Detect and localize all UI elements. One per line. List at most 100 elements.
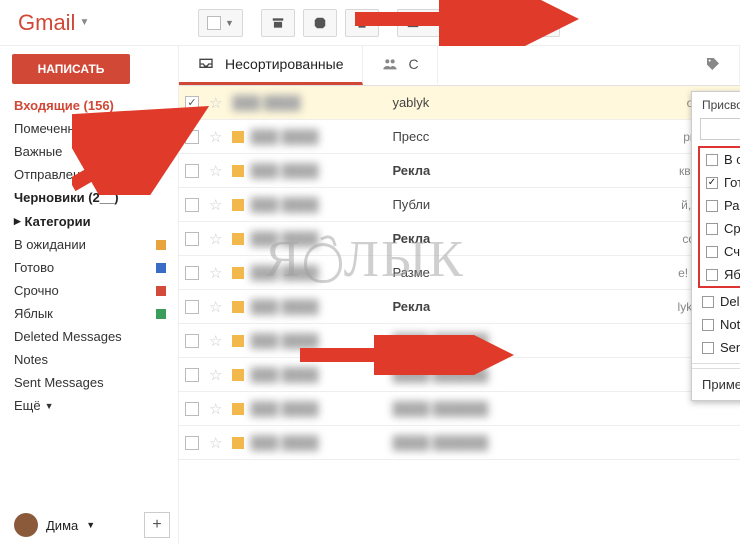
message-row[interactable]: ☆███ ████Прессрите дог — [179, 120, 740, 154]
label-search-input[interactable] — [705, 121, 740, 137]
category-icon — [232, 437, 244, 449]
label-option[interactable]: Notes — [692, 313, 740, 336]
subject: ████ ██████ — [392, 401, 720, 416]
star-icon[interactable]: ☆ — [209, 434, 222, 452]
subject: yablyk — [392, 95, 676, 110]
sender: ███ ████ — [232, 401, 382, 416]
star-icon[interactable]: ☆ — [209, 162, 222, 180]
row-checkbox[interactable] — [185, 368, 199, 382]
row-checkbox[interactable] — [185, 130, 199, 144]
sidebar-item-drafts[interactable]: Черновики (2__) — [12, 186, 172, 209]
tab-promotions[interactable] — [438, 46, 740, 85]
star-icon[interactable]: ☆ — [209, 264, 222, 282]
category-icon — [232, 165, 244, 177]
sidebar-label-urgent[interactable]: Срочно — [12, 279, 172, 302]
label-option[interactable]: Sent Messages — [692, 336, 740, 359]
checkbox-icon — [706, 177, 718, 189]
gmail-logo[interactable]: Gmail ▼ — [10, 10, 180, 36]
tab-social[interactable]: С — [363, 46, 438, 85]
content: Несортированные С ✓☆███ ████yablykotok.p… — [178, 46, 740, 544]
sender: ███ ████ — [232, 299, 382, 314]
row-checkbox[interactable] — [185, 300, 199, 314]
sidebar-item-sent[interactable]: Отправленные — [12, 163, 172, 186]
checkbox-icon — [706, 200, 718, 212]
archive-button[interactable] — [261, 9, 295, 37]
sidebar: НАПИСАТЬ Входящие (156) Помеченные Важны… — [0, 46, 178, 544]
checkbox-icon — [706, 154, 718, 166]
select-all-checkbox[interactable]: ▼ — [198, 9, 243, 37]
sidebar-item-important[interactable]: Важные — [12, 140, 172, 163]
sender: ███ ████ — [232, 367, 382, 382]
label-option[interactable]: В ожидании — [700, 148, 740, 171]
label-option[interactable]: Работа — [700, 194, 740, 217]
more-label: Ещё — [514, 16, 539, 30]
label-option[interactable]: Счета — [700, 240, 740, 263]
label-menu-title: Присвоить ярлык: — [692, 92, 740, 114]
star-icon[interactable]: ☆ — [209, 230, 222, 248]
label-menu-apply[interactable]: Применить — [692, 368, 740, 400]
star-icon[interactable]: ☆ — [209, 128, 222, 146]
star-icon[interactable]: ☆ — [209, 94, 222, 112]
star-icon[interactable]: ☆ — [209, 196, 222, 214]
sidebar-more[interactable]: Ещё▼ — [12, 394, 172, 417]
sidebar-label-done[interactable]: Готово — [12, 256, 172, 279]
caret-down-icon: ▼ — [79, 17, 89, 28]
more-button[interactable]: Ещё▼ — [505, 9, 560, 37]
spam-button[interactable] — [303, 9, 337, 37]
row-checkbox[interactable] — [185, 402, 199, 416]
label-menu-custom-list: В ожиданииГотовоРаботаСрочноСчетаЯблык — [698, 146, 740, 288]
message-row[interactable]: ☆ ███ ████ ████ ██████ — [179, 392, 740, 426]
delete-button[interactable] — [345, 9, 379, 37]
message-row[interactable]: ☆███ ████Реклаlyk DOT c — [179, 290, 740, 324]
message-row[interactable]: ☆███ ████Публий, прошу — [179, 188, 740, 222]
message-row[interactable]: ☆███ ████Размеe! Я пред — [179, 256, 740, 290]
user-row: Дима▼ + — [12, 506, 172, 544]
label-search[interactable]: 🔍 — [700, 118, 740, 140]
category-icon — [232, 335, 244, 347]
subject: Разме — [392, 265, 668, 280]
star-icon[interactable]: ☆ — [209, 400, 222, 418]
message-row[interactable]: ☆███ ████████ ██████ — [179, 358, 740, 392]
sidebar-label-yablyk[interactable]: Яблык — [12, 302, 172, 325]
label-option[interactable]: Яблык — [700, 263, 740, 286]
row-checkbox[interactable] — [185, 232, 199, 246]
row-checkbox[interactable] — [185, 266, 199, 280]
row-checkbox[interactable] — [185, 436, 199, 450]
sidebar-label-pending[interactable]: В ожидании — [12, 233, 172, 256]
label-option[interactable]: Deleted Messages — [692, 290, 740, 313]
compose-button[interactable]: НАПИСАТЬ — [12, 54, 130, 84]
message-row[interactable]: ☆███ ████Реклакве на ва — [179, 154, 740, 188]
star-icon[interactable]: ☆ — [209, 298, 222, 316]
subject: Рекла — [392, 299, 667, 314]
message-row[interactable]: ✓☆███ ████yablykotok.pro — [179, 86, 740, 120]
toolbar: Gmail ▼ ▼ ▼ ▼ Ещё▼ — [0, 0, 740, 46]
sidebar-label-notes[interactable]: Notes — [12, 348, 172, 371]
star-icon[interactable]: ☆ — [209, 332, 222, 350]
avatar[interactable] — [14, 513, 38, 537]
row-checkbox[interactable] — [185, 198, 199, 212]
label-option[interactable]: Готово — [700, 171, 740, 194]
people-icon — [381, 56, 399, 72]
message-row[interactable]: ☆███ ████Реклаcom · Зд — [179, 222, 740, 256]
category-icon — [232, 403, 244, 415]
logo-text: Gmail — [18, 10, 75, 36]
sidebar-label-sentmsg[interactable]: Sent Messages — [12, 371, 172, 394]
label-option[interactable]: Срочно — [700, 217, 740, 240]
sidebar-label-deleted[interactable]: Deleted Messages — [12, 325, 172, 348]
star-icon[interactable]: ☆ — [209, 366, 222, 384]
label-color-icon — [156, 240, 166, 250]
message-row[interactable]: ☆███ ████████ ██████ — [179, 324, 740, 358]
row-checkbox[interactable] — [185, 334, 199, 348]
sidebar-item-starred[interactable]: Помеченные — [12, 117, 172, 140]
sidebar-categories[interactable]: ▸Категории — [12, 209, 172, 233]
sidebar-item-inbox[interactable]: Входящие (156) — [12, 94, 172, 117]
row-checkbox[interactable]: ✓ — [185, 96, 199, 110]
message-row[interactable]: ☆███ ████████ ██████ — [179, 426, 740, 460]
row-checkbox[interactable] — [185, 164, 199, 178]
labels-button[interactable]: ▼ — [450, 9, 497, 37]
add-button[interactable]: + — [144, 512, 170, 538]
move-to-button[interactable]: ▼ — [397, 9, 442, 37]
sender: ███ ████ — [232, 231, 382, 246]
message-list: ✓☆███ ████yablykotok.pro☆███ ████Прессри… — [179, 86, 740, 544]
tab-primary[interactable]: Несортированные — [179, 46, 363, 85]
